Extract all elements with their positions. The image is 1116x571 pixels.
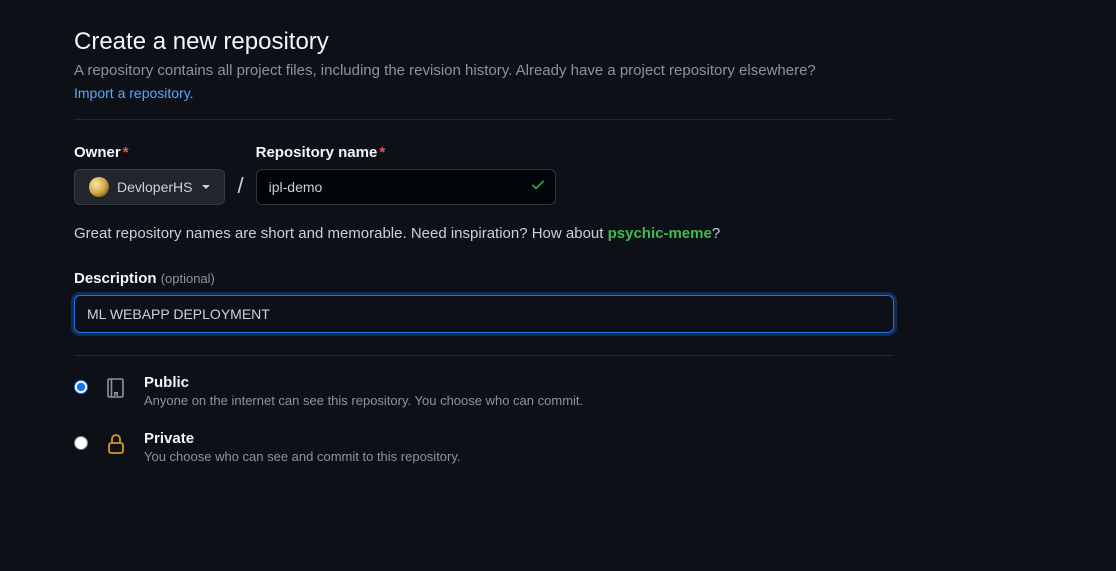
name-hint: Great repository names are short and mem…: [74, 225, 894, 242]
divider: [74, 355, 894, 356]
caret-down-icon: [202, 185, 210, 189]
required-asterisk: *: [379, 144, 385, 161]
visibility-private-radio[interactable]: [74, 436, 88, 450]
page-subhead: A repository contains all project files,…: [74, 60, 894, 83]
divider: [74, 119, 894, 120]
visibility-private-title: Private: [144, 430, 461, 447]
repo-name-label: Repository name*: [256, 144, 556, 161]
repo-name-input[interactable]: [256, 169, 556, 205]
owner-label: Owner*: [74, 144, 225, 161]
import-repo-link[interactable]: Import a repository.: [74, 85, 194, 101]
slash-separator: /: [237, 173, 243, 205]
visibility-private-hint: You choose who can see and commit to thi…: [144, 449, 461, 464]
avatar: [89, 177, 109, 197]
visibility-public-hint: Anyone on the internet can see this repo…: [144, 393, 583, 408]
name-suggestion-link[interactable]: psychic-meme: [608, 225, 712, 242]
visibility-public-title: Public: [144, 374, 583, 391]
owner-select-button[interactable]: DevloperHS: [74, 169, 225, 205]
page-title: Create a new repository: [74, 28, 894, 56]
description-input[interactable]: [74, 295, 894, 333]
lock-icon: [102, 430, 130, 456]
owner-username: DevloperHS: [117, 179, 192, 195]
repo-icon: [102, 374, 130, 400]
description-label: Description (optional): [74, 270, 894, 287]
required-asterisk: *: [123, 144, 129, 161]
check-icon: [530, 176, 546, 197]
visibility-public-radio[interactable]: [74, 380, 88, 394]
